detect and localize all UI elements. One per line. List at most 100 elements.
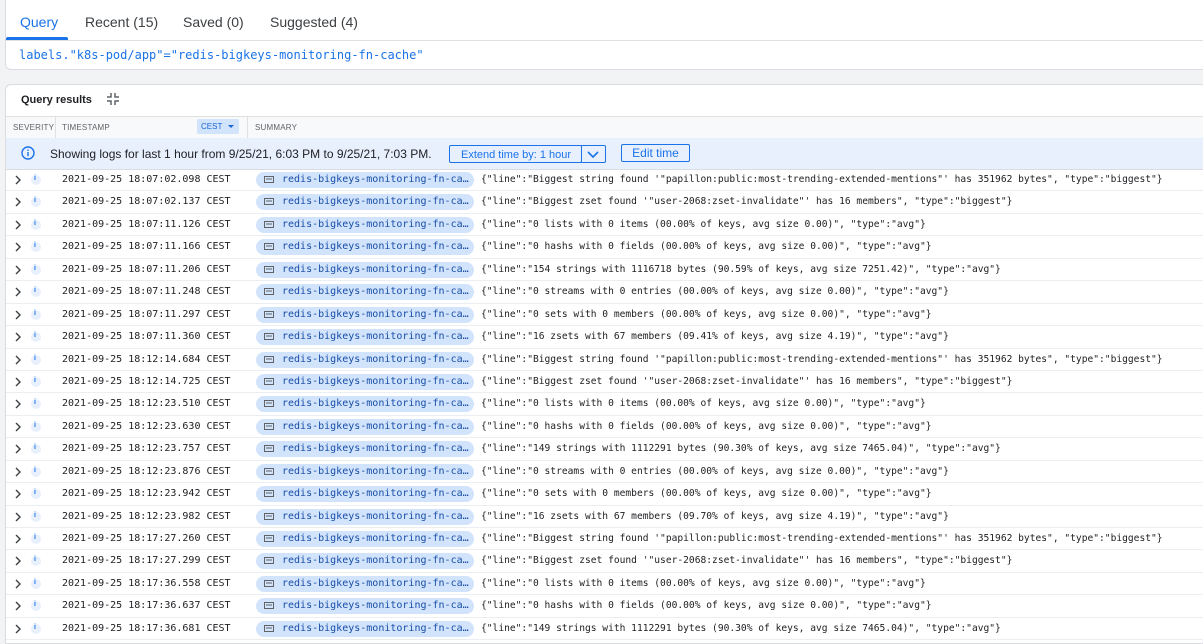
pod-label-chip[interactable]: redis-bigkeys-monitoring-fn-ca… bbox=[256, 598, 474, 615]
chevron-right-icon[interactable] bbox=[14, 377, 22, 387]
chevron-right-icon[interactable] bbox=[14, 624, 22, 634]
log-entry-row[interactable]: 2021-09-25 18:07:11.248 CEST redis-bigkey… bbox=[6, 281, 1203, 304]
pod-icon bbox=[264, 579, 274, 587]
caret-down-icon bbox=[228, 125, 234, 128]
log-entry-row[interactable]: 2021-09-25 18:12:14.684 CEST redis-bigkey… bbox=[6, 349, 1203, 371]
log-entry-row[interactable]: 2021-09-25 18:17:27.299 CEST redis-bigkey… bbox=[6, 550, 1203, 573]
pod-label-chip[interactable]: redis-bigkeys-monitoring-fn-ca… bbox=[256, 261, 474, 278]
chevron-right-icon[interactable] bbox=[14, 489, 22, 499]
pod-label-chip[interactable]: redis-bigkeys-monitoring-fn-ca… bbox=[256, 553, 474, 570]
pod-label-chip[interactable]: redis-bigkeys-monitoring-fn-ca… bbox=[256, 172, 474, 188]
log-entry-row[interactable]: 2021-09-25 18:12:23.942 CEST redis-bigkey… bbox=[6, 483, 1203, 506]
log-entry-row[interactable]: 2021-09-25 18:12:23.876 CEST redis-bigkey… bbox=[6, 461, 1203, 484]
log-entry-row[interactable]: 2021-09-25 18:12:23.982 CEST redis-bigkey… bbox=[6, 506, 1203, 528]
chevron-right-icon[interactable] bbox=[14, 556, 22, 566]
chevron-right-icon[interactable] bbox=[14, 220, 22, 230]
time-range-banner: Showing logs for last 1 hour from 9/25/2… bbox=[6, 138, 1203, 170]
chevron-down-icon bbox=[587, 151, 599, 159]
log-timestamp: 2021-09-25 18:07:11.297 CEST bbox=[62, 308, 231, 320]
pod-label-text: redis-bigkeys-monitoring-fn-ca… bbox=[282, 196, 469, 208]
pod-label-text: redis-bigkeys-monitoring-fn-ca… bbox=[282, 577, 469, 589]
pod-label-chip[interactable]: redis-bigkeys-monitoring-fn-ca… bbox=[256, 418, 474, 435]
log-entry-row[interactable]: 2021-09-25 18:07:11.166 CEST redis-bigkey… bbox=[6, 236, 1203, 259]
pod-icon bbox=[264, 288, 274, 296]
column-divider bbox=[247, 117, 248, 138]
log-entry-row[interactable]: 2021-09-25 18:07:11.297 CEST redis-bigkey… bbox=[6, 304, 1203, 327]
chevron-right-icon[interactable] bbox=[14, 242, 22, 252]
pod-label-chip[interactable]: redis-bigkeys-monitoring-fn-ca… bbox=[256, 620, 474, 637]
log-timestamp: 2021-09-25 18:12:23.510 CEST bbox=[62, 398, 231, 410]
pod-label-text: redis-bigkeys-monitoring-fn-ca… bbox=[282, 488, 469, 500]
pod-label-chip[interactable]: redis-bigkeys-monitoring-fn-ca… bbox=[256, 575, 474, 592]
log-summary: {"line":"Biggest string found '"papillon… bbox=[481, 174, 1163, 185]
chevron-right-icon[interactable] bbox=[14, 579, 22, 589]
column-header: SEVERITY TIMESTAMP CEST SUMMARY bbox=[6, 116, 1203, 139]
log-summary: {"line":"Biggest string found '"papillon… bbox=[481, 533, 1163, 544]
pod-label-chip[interactable]: redis-bigkeys-monitoring-fn-ca… bbox=[256, 284, 474, 301]
pod-label-text: redis-bigkeys-monitoring-fn-ca… bbox=[282, 174, 469, 185]
chevron-right-icon[interactable] bbox=[14, 399, 22, 409]
pod-label-chip[interactable]: redis-bigkeys-monitoring-fn-ca… bbox=[256, 441, 474, 458]
chevron-right-icon[interactable] bbox=[14, 444, 22, 454]
chevron-right-icon[interactable] bbox=[14, 601, 22, 611]
pod-icon bbox=[264, 265, 274, 273]
pod-label-text: redis-bigkeys-monitoring-fn-ca… bbox=[282, 622, 469, 634]
log-timestamp: 2021-09-25 18:07:02.098 CEST bbox=[62, 174, 231, 185]
log-entry-row[interactable]: 2021-09-25 18:12:23.630 CEST redis-bigkey… bbox=[6, 416, 1203, 439]
column-severity[interactable]: SEVERITY bbox=[13, 123, 54, 132]
query-panel: Query Recent (15) Saved (0) Suggested (4… bbox=[5, 0, 1203, 70]
collapse-icon[interactable] bbox=[106, 92, 120, 106]
pod-icon bbox=[264, 445, 274, 453]
chevron-right-icon[interactable] bbox=[14, 467, 22, 477]
log-entry-row[interactable]: 2021-09-25 18:12:14.725 CEST redis-bigkey… bbox=[6, 371, 1203, 394]
chevron-right-icon[interactable] bbox=[14, 197, 22, 207]
timezone-selector[interactable]: CEST bbox=[197, 119, 239, 134]
info-severity-icon bbox=[31, 421, 41, 432]
log-entry-row[interactable]: 2021-09-25 18:07:11.126 CEST redis-bigkey… bbox=[6, 214, 1203, 237]
pod-label-text: redis-bigkeys-monitoring-fn-ca… bbox=[282, 443, 469, 455]
chevron-right-icon[interactable] bbox=[14, 175, 22, 185]
pod-label-chip[interactable]: redis-bigkeys-monitoring-fn-ca… bbox=[256, 463, 474, 480]
log-entry-row[interactable]: 2021-09-25 18:12:23.757 CEST redis-bigkey… bbox=[6, 438, 1203, 461]
extend-time-dropdown[interactable] bbox=[581, 145, 606, 163]
log-entry-row[interactable]: 2021-09-25 18:17:36.637 CEST redis-bigkey… bbox=[6, 595, 1203, 618]
pod-label-chip[interactable]: redis-bigkeys-monitoring-fn-ca… bbox=[256, 329, 474, 346]
extend-time-button[interactable]: Extend time by: 1 hour bbox=[449, 145, 582, 163]
log-timestamp: 2021-09-25 18:12:23.982 CEST bbox=[62, 510, 231, 522]
tab-suggested[interactable]: Suggested (4) bbox=[270, 14, 358, 30]
log-entry-row[interactable]: 2021-09-25 18:17:36.681 CEST redis-bigkey… bbox=[6, 618, 1203, 641]
tab-query[interactable]: Query bbox=[20, 14, 58, 30]
tab-saved[interactable]: Saved (0) bbox=[183, 14, 244, 30]
chevron-right-icon[interactable] bbox=[14, 422, 22, 432]
pod-label-chip[interactable]: redis-bigkeys-monitoring-fn-ca… bbox=[256, 373, 474, 390]
pod-label-chip[interactable]: redis-bigkeys-monitoring-fn-ca… bbox=[256, 306, 474, 323]
pod-label-chip[interactable]: redis-bigkeys-monitoring-fn-ca… bbox=[256, 239, 474, 256]
pod-label-chip[interactable]: redis-bigkeys-monitoring-fn-ca… bbox=[256, 396, 474, 413]
chevron-right-icon[interactable] bbox=[14, 534, 22, 544]
chevron-right-icon[interactable] bbox=[14, 310, 22, 320]
log-entry-row[interactable]: 2021-09-25 18:07:02.137 CEST redis-bigkey… bbox=[6, 191, 1203, 214]
pod-label-chip[interactable]: redis-bigkeys-monitoring-fn-ca… bbox=[256, 531, 474, 547]
column-timestamp[interactable]: TIMESTAMP bbox=[62, 123, 110, 132]
query-editor[interactable]: labels."k8s-pod/app"="redis-bigkeys-moni… bbox=[19, 48, 424, 62]
log-entry-row[interactable]: 2021-09-25 18:17:36.558 CEST redis-bigkey… bbox=[6, 573, 1203, 596]
pod-label-chip[interactable]: redis-bigkeys-monitoring-fn-ca… bbox=[256, 508, 474, 525]
chevron-right-icon[interactable] bbox=[14, 287, 22, 297]
column-summary[interactable]: SUMMARY bbox=[255, 123, 297, 132]
log-entry-row[interactable]: 2021-09-25 18:12:23.510 CEST redis-bigkey… bbox=[6, 393, 1203, 416]
log-entry-row[interactable]: 2021-09-25 18:07:11.206 CEST redis-bigkey… bbox=[6, 259, 1203, 282]
pod-label-chip[interactable]: redis-bigkeys-monitoring-fn-ca… bbox=[256, 216, 474, 233]
tab-recent[interactable]: Recent (15) bbox=[85, 14, 158, 30]
chevron-right-icon[interactable] bbox=[14, 332, 22, 342]
pod-label-chip[interactable]: redis-bigkeys-monitoring-fn-ca… bbox=[256, 351, 474, 368]
pod-label-chip[interactable]: redis-bigkeys-monitoring-fn-ca… bbox=[256, 194, 474, 211]
chevron-right-icon[interactable] bbox=[14, 355, 22, 365]
chevron-right-icon[interactable] bbox=[14, 512, 22, 522]
edit-time-button[interactable]: Edit time bbox=[621, 144, 690, 162]
log-entry-row[interactable]: 2021-09-25 18:07:11.360 CEST redis-bigkey… bbox=[6, 326, 1203, 349]
log-timestamp: 2021-09-25 18:07:11.248 CEST bbox=[62, 286, 231, 298]
pod-label-chip[interactable]: redis-bigkeys-monitoring-fn-ca… bbox=[256, 486, 474, 503]
log-entry-row[interactable]: 2021-09-25 18:07:02.098 CEST redis-bigkey… bbox=[6, 169, 1203, 192]
log-entry-row[interactable]: 2021-09-25 18:17:27.260 CEST redis-bigkey… bbox=[6, 528, 1203, 551]
chevron-right-icon[interactable] bbox=[14, 265, 22, 275]
